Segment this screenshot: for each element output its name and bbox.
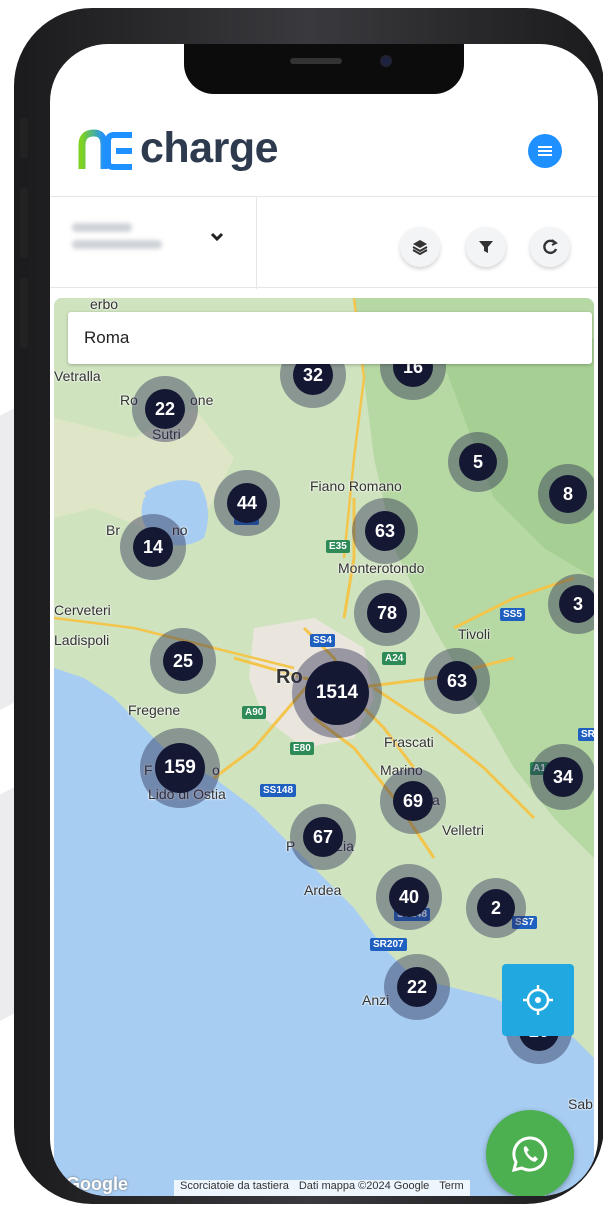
station-cluster[interactable]: 34	[530, 744, 594, 810]
station-cluster[interactable]: 40	[376, 864, 442, 930]
road-shield-e80: E80	[290, 742, 314, 755]
phone-notch	[184, 44, 464, 94]
road-shield-e35: E35	[326, 540, 350, 553]
refresh-icon	[543, 239, 558, 255]
google-logo: Google	[66, 1174, 128, 1194]
place-label-fregene: Fregene	[128, 702, 181, 718]
station-cluster[interactable]: 1514	[292, 648, 382, 738]
cluster-count: 1514	[305, 661, 369, 725]
place-label-tivoli: Tivoli	[458, 626, 491, 642]
blurred-user-name	[72, 223, 132, 232]
cluster-count: 44	[227, 483, 267, 523]
map-search-value: Roma	[84, 328, 130, 347]
user-selector[interactable]	[72, 223, 172, 263]
map[interactable]: Roma erbo Vetralla Ro one Sutri Fiano Ro…	[54, 298, 594, 1196]
station-cluster[interactable]: 22	[132, 376, 198, 442]
cluster-count: 8	[549, 475, 587, 513]
camera	[380, 55, 392, 67]
station-cluster[interactable]: 69	[380, 768, 446, 834]
station-cluster[interactable]: 2	[466, 878, 526, 938]
cluster-count: 78	[367, 593, 407, 633]
cluster-count: 63	[437, 661, 477, 701]
crosshair-icon	[523, 985, 553, 1015]
cluster-count: 40	[389, 877, 429, 917]
station-cluster[interactable]: 8	[538, 464, 594, 524]
hamburger-icon	[538, 144, 552, 158]
cluster-count: 34	[543, 757, 583, 797]
layers-button[interactable]	[400, 227, 440, 267]
station-cluster[interactable]: 67	[290, 804, 356, 870]
road-shield-ss5: SS5	[500, 608, 525, 621]
phone-side-button	[20, 118, 28, 158]
road-shield-sr: SR	[578, 728, 594, 741]
place-label-viterbo: erbo	[90, 298, 119, 312]
station-cluster[interactable]: 5	[448, 432, 508, 492]
blurred-user-detail	[72, 240, 162, 249]
cluster-count: 69	[393, 781, 433, 821]
cluster-count: 63	[365, 511, 405, 551]
cluster-count: 22	[145, 389, 185, 429]
station-cluster[interactable]: 63	[352, 498, 418, 564]
layers-icon	[412, 240, 428, 256]
logo-mark-icon	[78, 128, 132, 170]
station-cluster[interactable]: 14	[120, 514, 186, 580]
cluster-count: 2	[477, 889, 515, 927]
place-label-velletri: Velletri	[442, 822, 485, 838]
place-label-vetralla: Vetralla	[54, 368, 101, 384]
filter-icon	[479, 241, 493, 253]
chevron-down-icon[interactable]	[210, 225, 224, 248]
cluster-count: 159	[155, 743, 205, 793]
whatsapp-button[interactable]	[486, 1110, 574, 1196]
road-shield-a90: A90	[242, 706, 267, 719]
refresh-button[interactable]	[530, 227, 570, 267]
place-label-fiano-romano: Fiano Romano	[310, 478, 402, 494]
cluster-count: 5	[459, 443, 497, 481]
place-label-ardea: Ardea	[304, 882, 342, 898]
logo[interactable]: charge	[78, 124, 279, 173]
terms-link[interactable]: Term	[439, 1180, 463, 1196]
place-label-sabaudia: Sab	[568, 1096, 593, 1112]
station-cluster[interactable]: 159	[140, 728, 220, 808]
locate-me-button[interactable]	[502, 964, 574, 1036]
road-shield-ss148: SS148	[260, 784, 297, 797]
map-attribution: Scorciatoie da tastiera Dati mappa ©2024…	[174, 1180, 470, 1196]
speaker	[290, 58, 342, 64]
station-cluster[interactable]: 78	[354, 580, 420, 646]
place-label-bracciano: Br	[106, 522, 120, 538]
app-header: charge	[50, 104, 598, 196]
phone-frame: charge Roma erbo Vetralla Ro one Sutri F…	[14, 8, 603, 1204]
cluster-count: 22	[397, 967, 437, 1007]
toolbar-divider	[256, 197, 257, 289]
map-terrain	[54, 298, 594, 1196]
phone-screen: charge Roma erbo Vetralla Ro one Sutri F…	[50, 44, 598, 1196]
toolbar	[50, 196, 598, 289]
whatsapp-icon	[511, 1136, 548, 1173]
station-cluster[interactable]: 25	[150, 628, 216, 694]
keyboard-shortcuts-link[interactable]: Scorciatoie da tastiera	[180, 1180, 289, 1196]
station-cluster[interactable]: 63	[424, 648, 490, 714]
map-data-credit: Dati mappa ©2024 Google	[298, 1180, 430, 1192]
cluster-count: 67	[303, 817, 343, 857]
road-shield-sr207: SR207	[370, 938, 407, 951]
cluster-count: 25	[163, 641, 203, 681]
phone-side-button	[20, 188, 28, 258]
filter-button[interactable]	[466, 227, 506, 267]
road-shield-ss4: SS4	[310, 634, 335, 647]
place-label-cerveteri: Cerveteri	[54, 602, 111, 618]
map-search-input[interactable]: Roma	[68, 312, 592, 364]
cluster-count: 14	[133, 527, 173, 567]
stage: charge Roma erbo Vetralla Ro one Sutri F…	[0, 0, 603, 1207]
phone-side-button	[20, 278, 28, 348]
place-label-ladispoli: Ladispoli	[54, 632, 110, 648]
station-cluster[interactable]: 44	[214, 470, 280, 536]
logo-text: charge	[140, 124, 279, 172]
place-label-frascati: Frascati	[384, 734, 434, 750]
station-cluster[interactable]: 22	[384, 954, 450, 1020]
menu-button[interactable]	[528, 134, 562, 168]
road-shield-a24: A24	[382, 652, 407, 665]
cluster-count: 3	[559, 585, 594, 623]
